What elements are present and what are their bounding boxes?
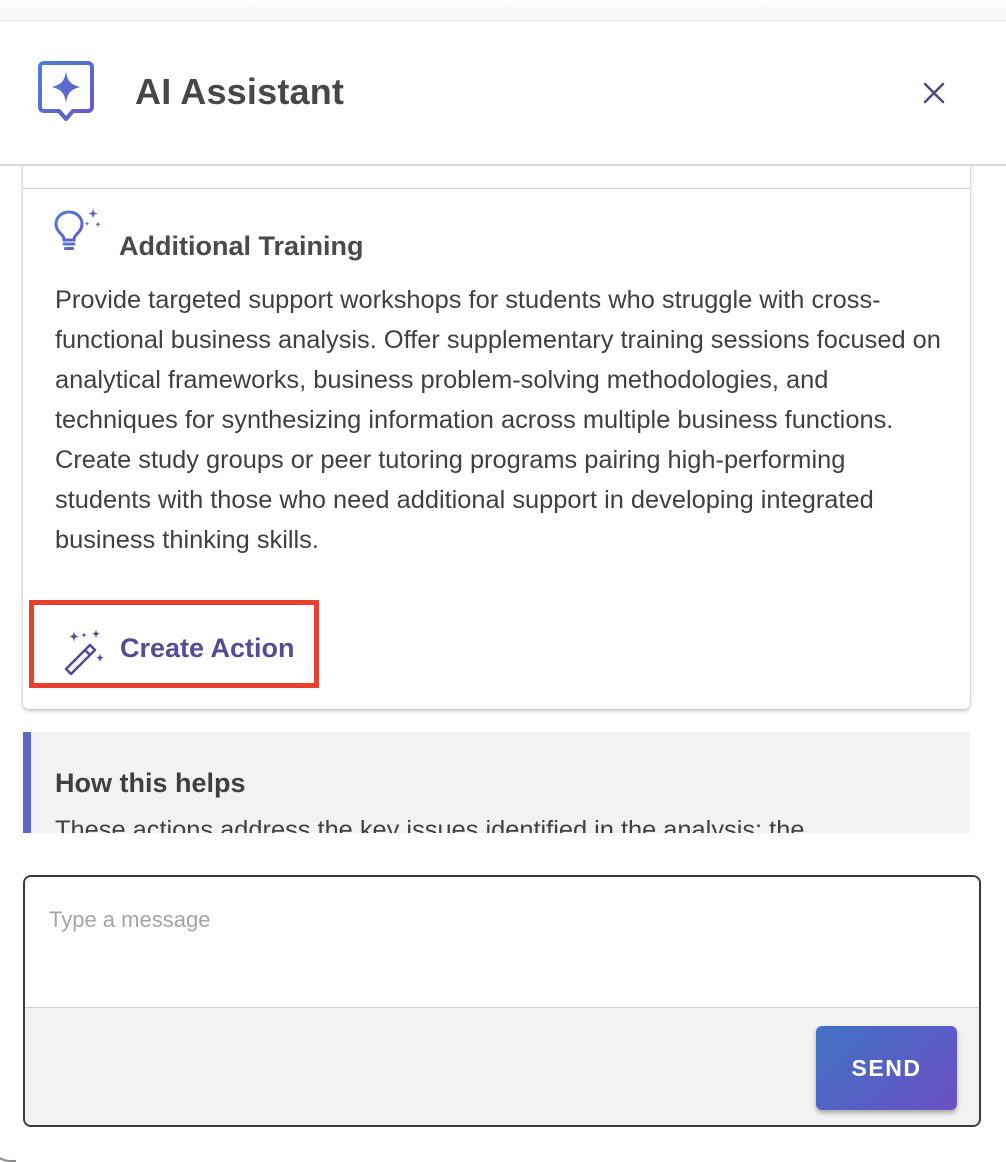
send-button[interactable]: SEND bbox=[816, 1026, 957, 1110]
lightbulb-sparkle-icon bbox=[54, 208, 101, 250]
message-input[interactable] bbox=[25, 877, 979, 1007]
card-heading: Additional Training bbox=[119, 231, 364, 261]
ai-assistant-logo-icon bbox=[38, 61, 94, 121]
magic-wand-icon bbox=[64, 629, 105, 675]
window-corner bbox=[0, 1120, 16, 1162]
helps-text: These actions address the key issues ide… bbox=[55, 816, 805, 833]
helps-title: How this helps bbox=[55, 768, 246, 798]
close-icon bbox=[923, 82, 945, 104]
conversation-scroll-area[interactable]: Additional Training Provide targeted sup… bbox=[0, 166, 1006, 833]
message-composer: SEND bbox=[23, 875, 981, 1127]
panel-header: AI Assistant bbox=[0, 21, 1006, 166]
composer-footer: SEND bbox=[25, 1007, 979, 1125]
panel-title: AI Assistant bbox=[135, 71, 345, 112]
ai-assistant-panel: AI Assistant Additional Training Provide… bbox=[0, 21, 1006, 1154]
how-this-helps-section: How this helps These actions address the… bbox=[23, 732, 970, 833]
create-action-label: Create Action bbox=[120, 633, 295, 663]
window-top-edge bbox=[0, 0, 1006, 21]
close-button[interactable] bbox=[914, 73, 954, 113]
card-divider bbox=[23, 188, 970, 189]
create-action-button[interactable]: Create Action bbox=[29, 600, 319, 688]
recommendation-card: Additional Training Provide targeted sup… bbox=[23, 166, 970, 709]
card-body-text: Provide targeted support workshops for s… bbox=[55, 286, 941, 554]
